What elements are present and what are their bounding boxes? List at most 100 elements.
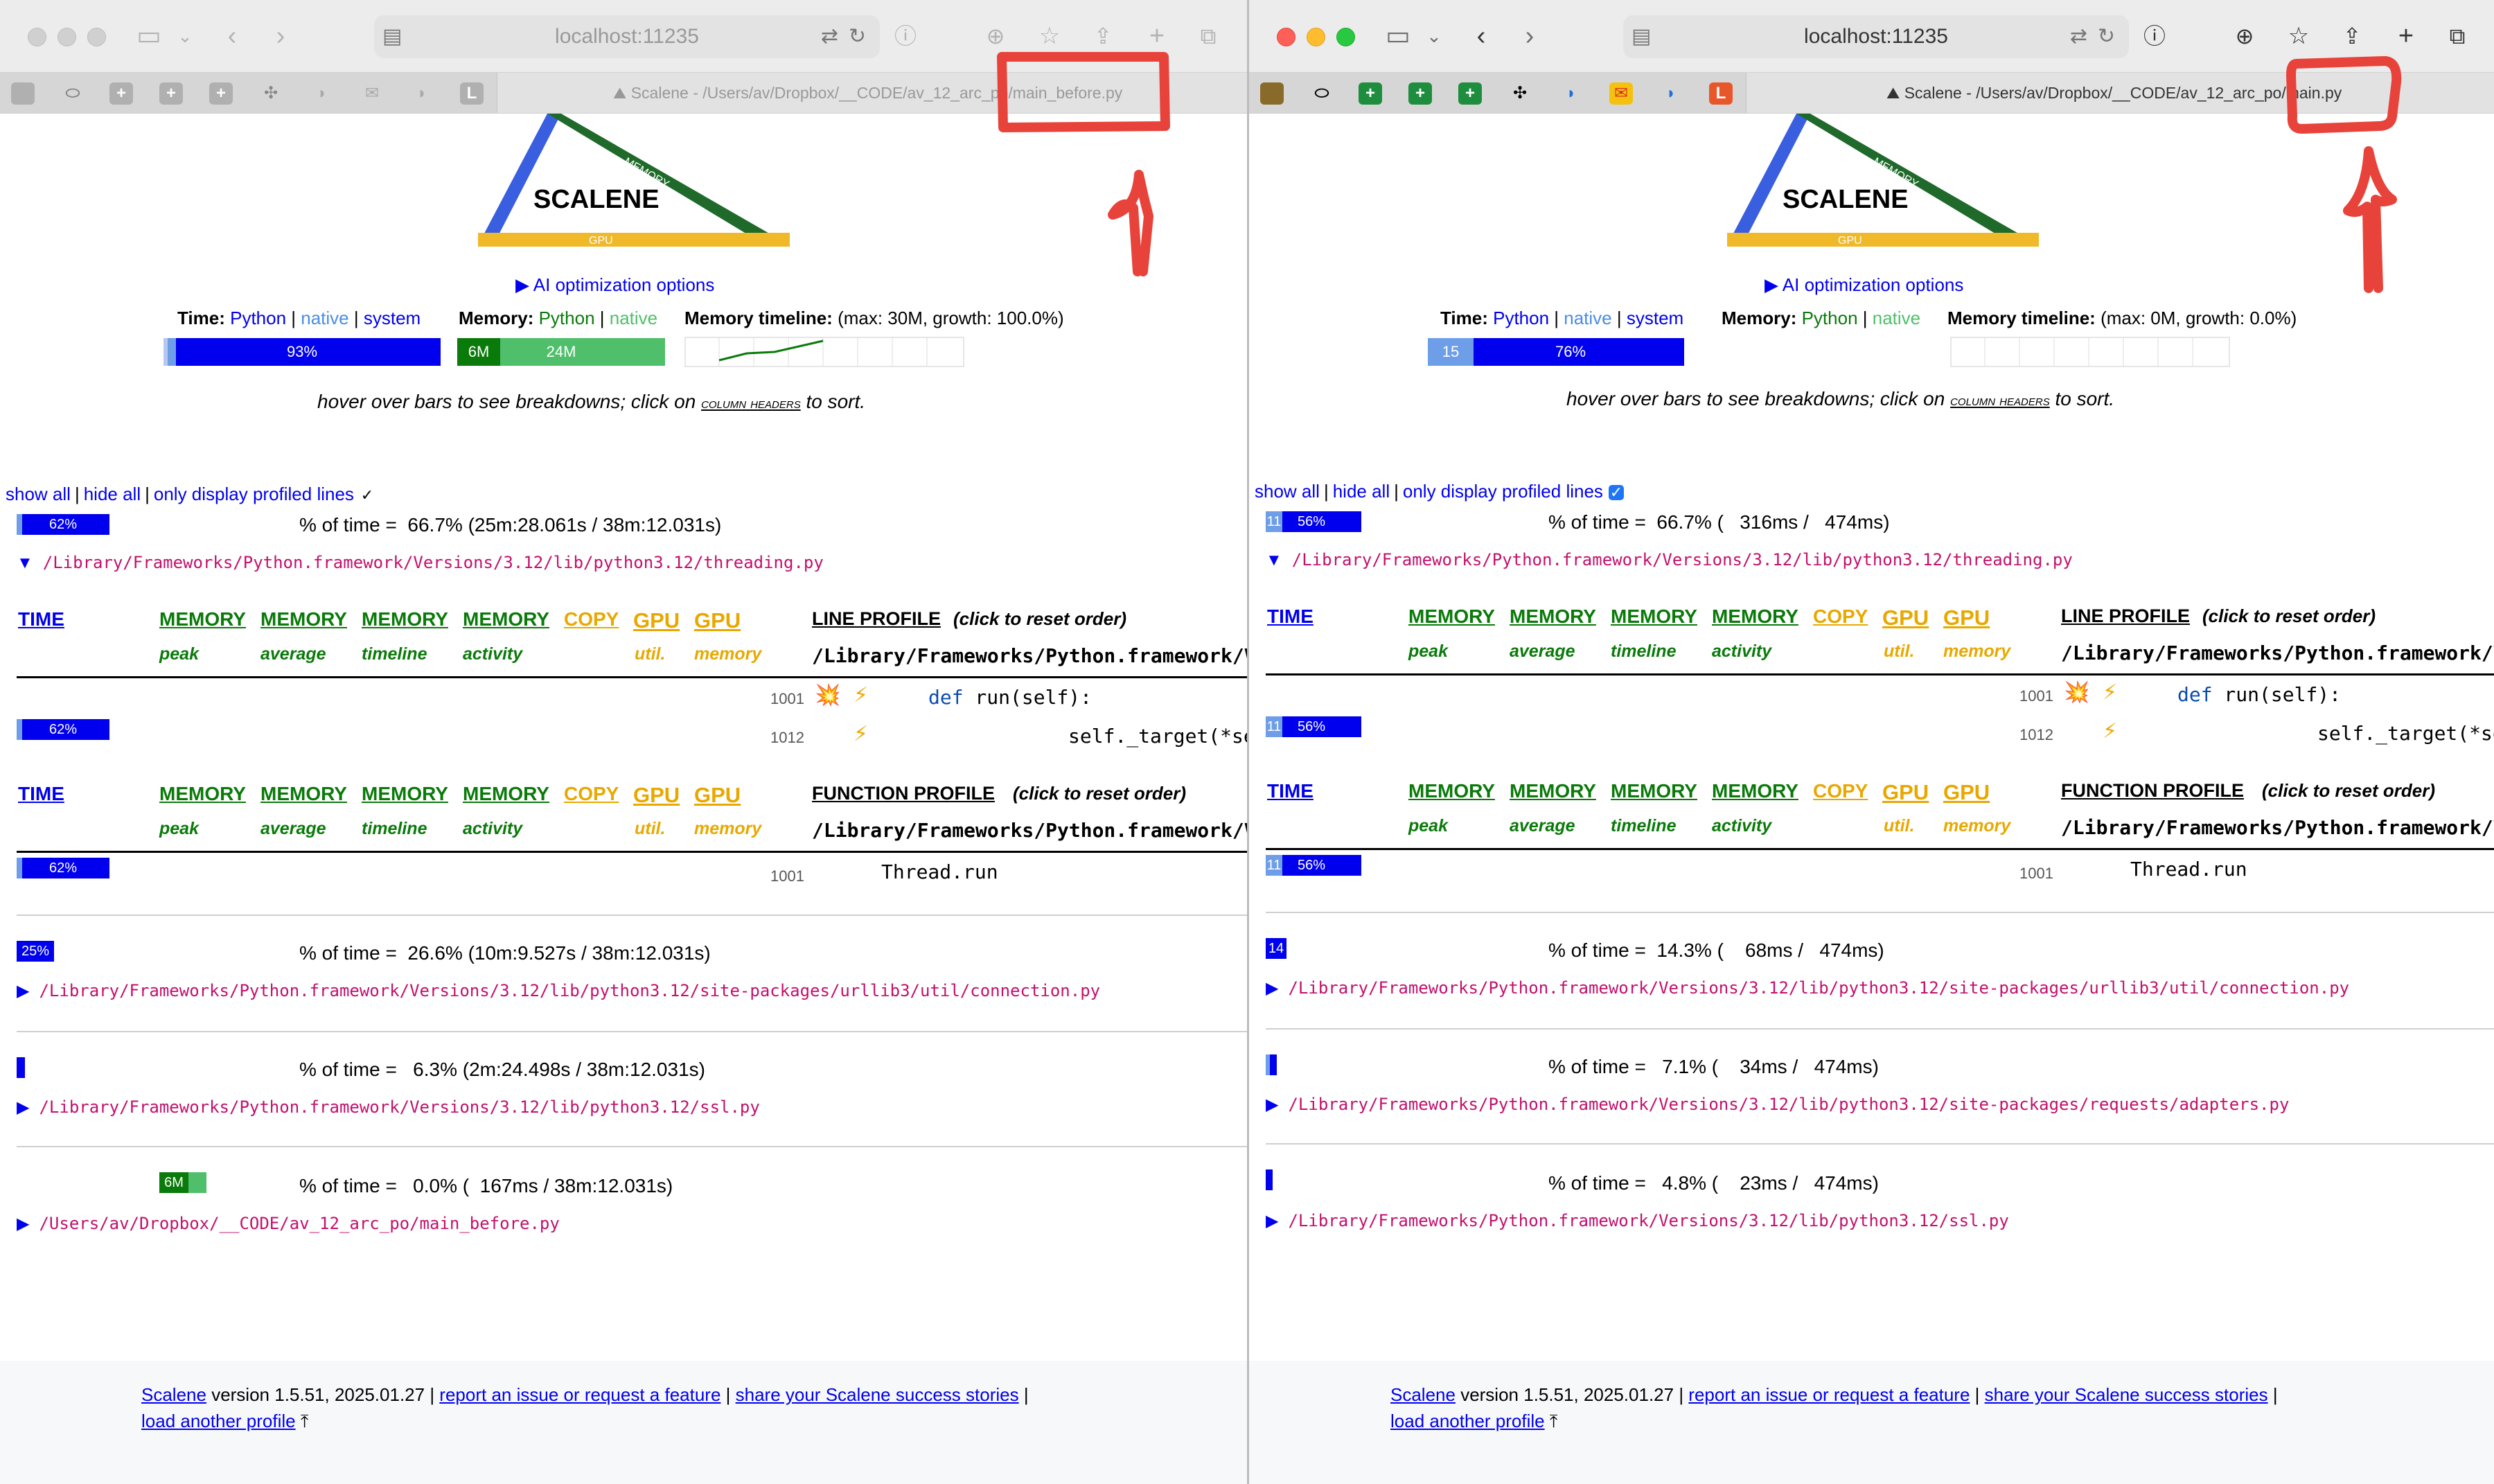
info-icon[interactable]: ⓘ bbox=[2139, 21, 2170, 51]
col-gpu-memory[interactable]: GPU bbox=[1943, 606, 1990, 630]
expanded-triangle-icon[interactable]: ▼ bbox=[17, 554, 33, 572]
favorite-sheet-icon-1[interactable]: + bbox=[1359, 82, 1382, 105]
address-bar[interactable]: ▤ localhost:11235 ⇄ ↻ bbox=[374, 15, 880, 58]
back-button[interactable]: ‹ bbox=[218, 21, 246, 51]
col-gpu-memory[interactable]: GPU bbox=[694, 608, 741, 633]
favorite-sheet-icon-3[interactable]: + bbox=[1458, 82, 1482, 105]
col-line-profile[interactable]: LINE PROFILE bbox=[812, 608, 941, 630]
favorite-icon-10[interactable]: L bbox=[1709, 82, 1733, 105]
col-memory-average[interactable]: MEMORY bbox=[260, 608, 347, 630]
col-gpu-util[interactable]: GPU bbox=[1882, 780, 1929, 805]
col-memory-average[interactable]: MEMORY bbox=[260, 783, 347, 805]
file-memory-bar[interactable]: 6M bbox=[159, 1172, 206, 1193]
file-path[interactable]: ▶ /Users/av/Dropbox/__CODE/av_12_arc_po/m… bbox=[17, 1214, 560, 1234]
file-time-bar[interactable]: 62% bbox=[17, 514, 109, 535]
back-button[interactable]: ‹ bbox=[1467, 21, 1495, 51]
col-memory-peak[interactable]: MEMORY bbox=[159, 608, 246, 630]
favorite-sheet-icon-2[interactable]: + bbox=[1408, 82, 1432, 105]
col-copy[interactable]: COPY bbox=[1813, 780, 1868, 802]
new-tab-icon[interactable]: + bbox=[1142, 21, 1172, 51]
col-memory-timeline[interactable]: MEMORY bbox=[362, 608, 448, 630]
col-memory-activity[interactable]: MEMORY bbox=[1712, 606, 1798, 628]
col-memory-average[interactable]: MEMORY bbox=[1510, 606, 1596, 628]
col-memory-peak[interactable]: MEMORY bbox=[1408, 606, 1495, 628]
close-window-button[interactable] bbox=[1277, 28, 1295, 46]
info-icon[interactable]: ⓘ bbox=[890, 21, 921, 51]
tab-overview-icon[interactable]: ⧉ bbox=[1193, 21, 1223, 51]
scalene-link[interactable]: Scalene bbox=[1390, 1384, 1456, 1405]
sidebar-icon[interactable]: ▭ bbox=[132, 21, 166, 51]
forward-button[interactable]: › bbox=[1516, 21, 1544, 51]
collapsed-triangle-icon[interactable]: ▶ bbox=[17, 1098, 29, 1117]
col-copy[interactable]: COPY bbox=[564, 783, 619, 805]
translate-icon[interactable]: ⇄ bbox=[2070, 15, 2087, 58]
memory-timeline-chart[interactable] bbox=[1950, 337, 2230, 367]
favorite-icon-7[interactable]: ◗ bbox=[310, 82, 334, 105]
reload-icon[interactable]: ↻ bbox=[2098, 15, 2115, 58]
memory-summary-bar[interactable]: 6M 24M bbox=[457, 338, 665, 366]
function-time-bar[interactable]: 62% bbox=[17, 858, 109, 878]
downloads-icon[interactable]: ⊕ bbox=[2229, 21, 2260, 51]
only-profiled-checkbox[interactable]: ✓ bbox=[360, 488, 375, 503]
file-time-bar[interactable]: 14 bbox=[1266, 938, 1286, 959]
favorite-sheet-icon-2[interactable]: + bbox=[159, 82, 183, 105]
col-line-profile[interactable]: LINE PROFILE bbox=[2061, 606, 2190, 627]
time-summary-bar[interactable]: 15 76% bbox=[1428, 338, 1684, 366]
downloads-icon[interactable]: ⊕ bbox=[980, 21, 1011, 51]
favorite-icon-2[interactable]: ⬭ bbox=[61, 82, 85, 105]
bookmark-star-icon[interactable]: ☆ bbox=[1034, 21, 1065, 51]
file-path[interactable]: ▶ /Library/Frameworks/Python.framework/Ve… bbox=[1266, 1095, 2289, 1115]
upload-icon[interactable]: ⤒ bbox=[301, 1411, 309, 1431]
time-summary-bar[interactable]: 93% bbox=[163, 338, 441, 366]
file-path[interactable]: ▼ /Library/Frameworks/Python.framework/Ve… bbox=[17, 553, 824, 573]
favorite-icon-10[interactable]: L bbox=[460, 82, 484, 105]
zoom-window-button[interactable] bbox=[1336, 28, 1355, 46]
minimize-window-button[interactable] bbox=[1307, 28, 1325, 46]
col-gpu-memory[interactable]: GPU bbox=[694, 783, 741, 808]
col-gpu-util[interactable]: GPU bbox=[633, 608, 680, 633]
share-icon[interactable]: ⇪ bbox=[2337, 21, 2367, 51]
col-gpu-util[interactable]: GPU bbox=[1882, 606, 1929, 630]
favorite-grid-icon[interactable]: ✣ bbox=[259, 82, 283, 105]
tab-overview-icon[interactable]: ⧉ bbox=[2442, 21, 2473, 51]
address-bar[interactable]: ▤ localhost:11235 ⇄ ↻ bbox=[1623, 15, 2129, 58]
col-copy[interactable]: COPY bbox=[1813, 606, 1868, 628]
show-all-link[interactable]: show all bbox=[1255, 481, 1320, 502]
col-memory-timeline[interactable]: MEMORY bbox=[362, 783, 448, 805]
col-memory-peak[interactable]: MEMORY bbox=[159, 783, 246, 805]
only-profiled-link[interactable]: only display profiled lines bbox=[1403, 481, 1603, 502]
chevron-down-icon[interactable]: ⌄ bbox=[175, 21, 195, 51]
favorite-icon-1[interactable] bbox=[1260, 82, 1284, 105]
col-function-profile[interactable]: FUNCTION PROFILE bbox=[2061, 780, 2244, 802]
chevron-down-icon[interactable]: ⌄ bbox=[1424, 21, 1444, 51]
ai-optimization-options[interactable]: ▶ AI optimization options bbox=[515, 274, 714, 296]
col-time[interactable]: TIME bbox=[18, 783, 64, 805]
col-time[interactable]: TIME bbox=[1267, 606, 1314, 628]
tab-title[interactable]: ⛰ Scalene - /Users/av/Dropbox/__CODE/av_… bbox=[1886, 73, 2342, 113]
collapsed-triangle-icon[interactable]: ▶ bbox=[1266, 1212, 1278, 1230]
function-time-bar[interactable]: 11 56% bbox=[1266, 855, 1361, 876]
translate-icon[interactable]: ⇄ bbox=[821, 15, 838, 58]
col-memory-average[interactable]: MEMORY bbox=[1510, 780, 1596, 802]
favorite-icon-9[interactable]: ◗ bbox=[410, 82, 434, 105]
memory-timeline-chart[interactable] bbox=[684, 337, 964, 367]
col-memory-activity[interactable]: MEMORY bbox=[463, 608, 549, 630]
report-issue-link[interactable]: report an issue or request a feature bbox=[439, 1384, 720, 1405]
file-path[interactable]: ▶ /Library/Frameworks/Python.framework/Ve… bbox=[17, 1097, 760, 1118]
bookmark-star-icon[interactable]: ☆ bbox=[2283, 21, 2314, 51]
col-time[interactable]: TIME bbox=[18, 608, 64, 630]
line-time-bar[interactable]: 62% bbox=[17, 719, 109, 740]
favorite-sheet-icon-3[interactable]: + bbox=[209, 82, 233, 105]
only-profiled-checkbox[interactable]: ✓ bbox=[1608, 485, 1624, 501]
only-profiled-link[interactable]: only display profiled lines bbox=[154, 484, 354, 504]
zoom-window-button[interactable] bbox=[87, 28, 106, 46]
load-profile-link[interactable]: load another profile bbox=[1390, 1411, 1545, 1431]
col-memory-activity[interactable]: MEMORY bbox=[1712, 780, 1798, 802]
show-all-link[interactable]: show all bbox=[6, 484, 71, 504]
load-profile-link[interactable]: load another profile bbox=[141, 1411, 296, 1431]
report-issue-link[interactable]: report an issue or request a feature bbox=[1688, 1384, 1970, 1405]
col-memory-activity[interactable]: MEMORY bbox=[463, 783, 549, 805]
col-gpu-util[interactable]: GPU bbox=[633, 783, 680, 808]
col-memory-peak[interactable]: MEMORY bbox=[1408, 780, 1495, 802]
collapsed-triangle-icon[interactable]: ▶ bbox=[17, 1214, 29, 1233]
